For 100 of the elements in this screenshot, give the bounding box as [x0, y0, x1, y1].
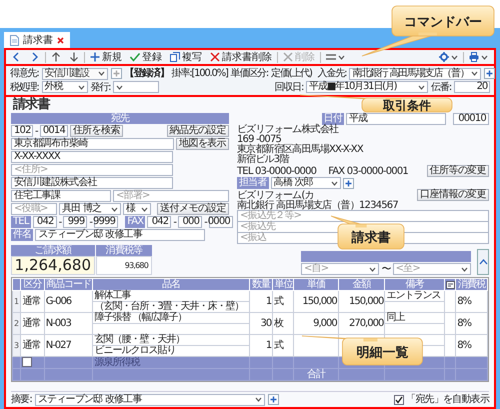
dropdown[interactable]: 平成■年10月31日(月): [306, 81, 428, 94]
callout-tooltip: 取引条件: [299, 94, 453, 113]
tab[interactable]: 請求書: [4, 32, 70, 48]
document-title: 請求書: [13, 98, 50, 112]
dropdown[interactable]: 外税: [42, 81, 88, 94]
add-button[interactable]: [484, 68, 495, 80]
table-cell: G-006: [44, 290, 93, 312]
dropdown[interactable]: 安信川建設: [42, 68, 108, 80]
table-cell: N-003: [44, 312, 93, 334]
table-cell: 障子張替 （幅広障子）: [92, 312, 250, 324]
separator: -: [204, 216, 207, 228]
arrow-up-icon: [51, 52, 61, 62]
column-header: ご請求額: [11, 245, 95, 256]
table-cell: 通常: [20, 290, 44, 312]
column-header: 区分: [20, 278, 44, 290]
text-field[interactable]: スティーブン邸 改修工事: [35, 229, 206, 241]
text-field[interactable]: 000: [178, 216, 202, 228]
table-cell: 8%: [456, 290, 488, 312]
text-field[interactable]: 20: [454, 81, 490, 94]
toolbar-button[interactable]: 複写: [167, 50, 205, 64]
bank-account: 南北銀行 高田馬場支店（普）1234567: [237, 201, 398, 211]
dropdown[interactable]: 高橋 次郎: [270, 177, 341, 189]
text-field[interactable]: 102: [11, 125, 33, 137]
total-amount: 1,264,680: [11, 256, 95, 275]
column-header: 消費税: [456, 278, 488, 290]
table-cell: 8%: [456, 312, 488, 334]
cross-icon: [283, 52, 293, 62]
button-control[interactable]: 口座情報の変更: [417, 189, 489, 201]
button-control[interactable]: 住所等の変更: [426, 165, 489, 177]
text-field[interactable]: 0000: [209, 216, 233, 228]
phone-text: TEL 03-0000-0000: [237, 166, 316, 176]
printer-icon: [469, 52, 479, 62]
field-label: 伝番:: [431, 82, 451, 93]
text-field[interactable]: 00010: [453, 113, 489, 125]
table-cell: エントランス: [384, 290, 444, 302]
add-button[interactable]: [342, 178, 354, 188]
toolbar-button[interactable]: 登録: [127, 50, 165, 64]
dropdown[interactable]: スティーブン邸 改修工事: [34, 394, 265, 406]
column-header: 消費税等: [96, 245, 152, 256]
text-field[interactable]: 平成: [346, 113, 446, 125]
button-control[interactable]: 送付メモの設定: [157, 203, 229, 215]
field-label: 回収日:: [274, 82, 304, 93]
add-button[interactable]: [268, 394, 279, 405]
check-icon: [395, 396, 404, 404]
collapse-button[interactable]: [477, 249, 489, 275]
field-label: 日付: [322, 113, 344, 125]
plus-icon: [270, 396, 277, 403]
field-label: 件名: [11, 229, 34, 241]
text-field[interactable]: 東京都調布市柴崎: [11, 138, 174, 150]
dropdown[interactable]: 様: [123, 203, 151, 215]
section-header: 宛先: [11, 113, 229, 124]
caret-icon: [470, 71, 478, 76]
toolbar-button[interactable]: 請求書削除: [207, 50, 275, 64]
caret-icon: [116, 84, 124, 90]
separator: -: [89, 216, 92, 228]
text-field[interactable]: 999: [63, 216, 88, 228]
text-field[interactable]: 042: [147, 216, 172, 228]
caret-icon: [481, 54, 488, 60]
postal-code: 169 -0075: [237, 135, 282, 145]
button-control[interactable]: 納品先の設定: [166, 125, 229, 137]
plus-icon: [90, 52, 100, 62]
separator: -: [173, 216, 176, 228]
caret-icon: [254, 397, 262, 402]
table-cell: 30: [249, 312, 273, 334]
dropdown[interactable]: 南北銀行 高田馬場支店（普）: [349, 68, 481, 80]
row-number: 2: [12, 312, 21, 334]
dropdown[interactable]: 具田 博之: [59, 203, 121, 215]
address-text: 新宿ビル3階: [237, 155, 289, 165]
status-label: 【登録済】: [124, 68, 169, 80]
button-control[interactable]: 地図を表示: [176, 138, 229, 150]
column-header: 商品コード: [44, 278, 93, 290]
text-field[interactable]: 安信川建設株式会社: [11, 177, 173, 189]
column-header: 品名: [92, 278, 250, 290]
separator: 〜: [381, 264, 391, 274]
edit-icon: [446, 280, 455, 288]
table-cell: 式: [272, 290, 294, 312]
check-icon: [130, 52, 140, 62]
table-cell: 270,000: [338, 312, 385, 334]
table-cell: 解体工事: [92, 290, 250, 302]
text-field[interactable]: X-XX-XXXX: [11, 151, 173, 163]
column-header: 金額: [338, 278, 385, 290]
text-field[interactable]: 0014: [40, 125, 68, 137]
checkbox-option[interactable]: 「宛先」を自動表示: [394, 394, 489, 405]
company-name: ビズリフォーム株式会社: [237, 125, 338, 135]
gear-icon: [439, 52, 449, 62]
plus-icon: [486, 70, 493, 78]
arrow-down-icon: [69, 52, 79, 62]
chevron-right-icon: [30, 52, 40, 62]
tax-amount: 93,680: [96, 256, 152, 275]
text-field[interactable]: 042: [32, 216, 57, 228]
fax-text: FAX 03-0000-0001: [328, 166, 408, 176]
text-field[interactable]: 9999: [94, 216, 118, 228]
button-control[interactable]: 住所を検索: [70, 125, 123, 137]
text-field[interactable]: 住宅工事課: [11, 190, 111, 202]
column-header: 単価: [294, 278, 338, 290]
field-label: TEL: [11, 216, 31, 228]
caret-icon: [369, 266, 376, 272]
row-number: 3: [12, 334, 21, 356]
total-label: 合計: [294, 368, 338, 380]
toolbar-button[interactable]: 新規: [87, 50, 125, 64]
